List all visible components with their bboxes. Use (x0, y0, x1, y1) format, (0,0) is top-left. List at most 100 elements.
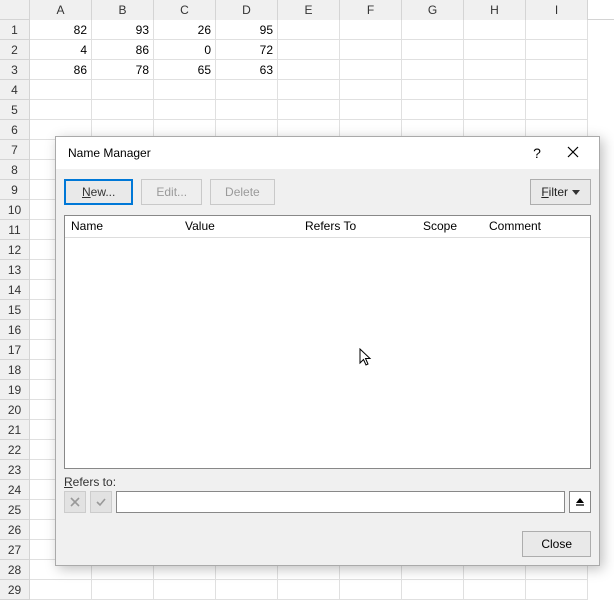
cell-I3[interactable] (526, 60, 588, 80)
cell-B5[interactable] (92, 100, 154, 120)
cell-H5[interactable] (464, 100, 526, 120)
cell-F4[interactable] (340, 80, 402, 100)
row-header-21[interactable]: 21 (0, 420, 30, 440)
cell-B4[interactable] (92, 80, 154, 100)
cell-C29[interactable] (154, 580, 216, 600)
cell-I4[interactable] (526, 80, 588, 100)
row-header-4[interactable]: 4 (0, 80, 30, 100)
row-header-7[interactable]: 7 (0, 140, 30, 160)
cell-A1[interactable]: 82 (30, 20, 92, 40)
col-header-A[interactable]: A (30, 0, 92, 20)
cell-H4[interactable] (464, 80, 526, 100)
cell-D4[interactable] (216, 80, 278, 100)
row-header-2[interactable]: 2 (0, 40, 30, 60)
row-header-13[interactable]: 13 (0, 260, 30, 280)
cell-G1[interactable] (402, 20, 464, 40)
row-header-26[interactable]: 26 (0, 520, 30, 540)
cell-G29[interactable] (402, 580, 464, 600)
row-header-20[interactable]: 20 (0, 400, 30, 420)
row-header-5[interactable]: 5 (0, 100, 30, 120)
cell-E3[interactable] (278, 60, 340, 80)
cell-C1[interactable]: 26 (154, 20, 216, 40)
col-header-D[interactable]: D (216, 0, 278, 20)
cell-G4[interactable] (402, 80, 464, 100)
cell-F29[interactable] (340, 580, 402, 600)
row-header-3[interactable]: 3 (0, 60, 30, 80)
row-header-10[interactable]: 10 (0, 200, 30, 220)
cell-A5[interactable] (30, 100, 92, 120)
row-header-6[interactable]: 6 (0, 120, 30, 140)
col-header-B[interactable]: B (92, 0, 154, 20)
row-header-29[interactable]: 29 (0, 580, 30, 600)
cell-G2[interactable] (402, 40, 464, 60)
cell-G5[interactable] (402, 100, 464, 120)
row-header-12[interactable]: 12 (0, 240, 30, 260)
col-header-C[interactable]: C (154, 0, 216, 20)
col-header-name[interactable]: Name (65, 216, 179, 237)
cell-D1[interactable]: 95 (216, 20, 278, 40)
row-header-22[interactable]: 22 (0, 440, 30, 460)
help-button[interactable]: ? (519, 145, 555, 161)
cell-F3[interactable] (340, 60, 402, 80)
cell-A2[interactable]: 4 (30, 40, 92, 60)
col-header-scope[interactable]: Scope (417, 216, 483, 237)
cell-A4[interactable] (30, 80, 92, 100)
row-header-27[interactable]: 27 (0, 540, 30, 560)
row-header-14[interactable]: 14 (0, 280, 30, 300)
collapse-dialog-button[interactable] (569, 491, 591, 513)
cell-H1[interactable] (464, 20, 526, 40)
list-column-headers[interactable]: Name Value Refers To Scope Comment (65, 216, 590, 238)
names-list[interactable]: Name Value Refers To Scope Comment (64, 215, 591, 469)
cell-E4[interactable] (278, 80, 340, 100)
select-all-corner[interactable] (0, 0, 30, 20)
col-header-comment[interactable]: Comment (483, 216, 590, 237)
col-header-G[interactable]: G (402, 0, 464, 20)
cell-B2[interactable]: 86 (92, 40, 154, 60)
cell-C4[interactable] (154, 80, 216, 100)
row-header-16[interactable]: 16 (0, 320, 30, 340)
cell-F2[interactable] (340, 40, 402, 60)
new-button[interactable]: New... (64, 179, 133, 205)
row-header-24[interactable]: 24 (0, 480, 30, 500)
cell-E2[interactable] (278, 40, 340, 60)
cell-F1[interactable] (340, 20, 402, 40)
cell-B29[interactable] (92, 580, 154, 600)
row-header-19[interactable]: 19 (0, 380, 30, 400)
col-header-refers[interactable]: Refers To (299, 216, 417, 237)
cell-H3[interactable] (464, 60, 526, 80)
row-header-9[interactable]: 9 (0, 180, 30, 200)
cell-D5[interactable] (216, 100, 278, 120)
col-header-value[interactable]: Value (179, 216, 299, 237)
col-header-E[interactable]: E (278, 0, 340, 20)
cell-H2[interactable] (464, 40, 526, 60)
dialog-titlebar[interactable]: Name Manager ? (56, 137, 599, 169)
row-header-25[interactable]: 25 (0, 500, 30, 520)
row-header-11[interactable]: 11 (0, 220, 30, 240)
cell-C2[interactable]: 0 (154, 40, 216, 60)
cell-I5[interactable] (526, 100, 588, 120)
cell-A3[interactable]: 86 (30, 60, 92, 80)
row-header-18[interactable]: 18 (0, 360, 30, 380)
col-header-H[interactable]: H (464, 0, 526, 20)
row-header-28[interactable]: 28 (0, 560, 30, 580)
row-header-15[interactable]: 15 (0, 300, 30, 320)
cell-G3[interactable] (402, 60, 464, 80)
cell-H29[interactable] (464, 580, 526, 600)
col-header-F[interactable]: F (340, 0, 402, 20)
row-header-17[interactable]: 17 (0, 340, 30, 360)
cell-E1[interactable] (278, 20, 340, 40)
cell-I2[interactable] (526, 40, 588, 60)
cell-E5[interactable] (278, 100, 340, 120)
cell-E29[interactable] (278, 580, 340, 600)
cell-F5[interactable] (340, 100, 402, 120)
cell-D3[interactable]: 63 (216, 60, 278, 80)
cell-B3[interactable]: 78 (92, 60, 154, 80)
refers-to-input[interactable] (116, 491, 565, 513)
cell-C5[interactable] (154, 100, 216, 120)
row-header-8[interactable]: 8 (0, 160, 30, 180)
row-header-1[interactable]: 1 (0, 20, 30, 40)
cell-I29[interactable] (526, 580, 588, 600)
cell-A29[interactable] (30, 580, 92, 600)
cell-I1[interactable] (526, 20, 588, 40)
cell-B1[interactable]: 93 (92, 20, 154, 40)
